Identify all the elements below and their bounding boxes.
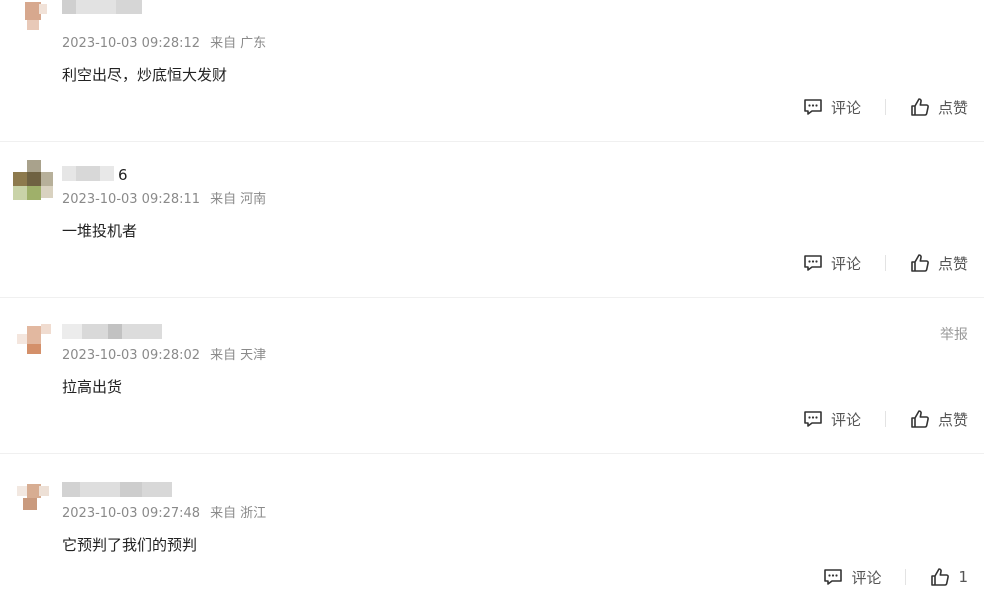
comment-item: 举报 2023-10-03 09:28:02 来自 天津 拉高出货 评论 点赞 [0,298,984,454]
comment-icon [804,99,822,115]
comment-actions: 评论 点赞 [803,252,968,274]
action-divider [884,99,886,115]
comment-icon [804,411,822,427]
action-divider [884,255,886,271]
comment-time: 2023-10-03 09:28:11 [62,192,201,207]
avatar[interactable] [13,0,55,34]
comment-time: 2023-10-03 09:28:02 [62,348,201,363]
comment-item: 2023-10-03 09:27:48 来自 浙江 它预判了我们的预判 评论 1 [0,454,984,593]
like-button[interactable]: 1 [930,567,968,587]
comment-label: 评论 [830,98,861,117]
comment-content: 利空出尽，炒底恒大发财 [62,66,228,84]
comment-location: 浙江 [240,506,267,521]
comment-time: 2023-10-03 09:27:48 [62,506,201,521]
comment-button[interactable]: 评论 [803,253,861,274]
username[interactable] [62,324,162,339]
comment-meta: 2023-10-03 09:28:11 来自 河南 [62,192,266,208]
thumbs-up-icon [911,98,929,116]
comment-icon [804,255,822,271]
like-button[interactable]: 点赞 [910,409,968,430]
username[interactable] [62,0,142,14]
comment-location: 天津 [240,348,267,363]
comment-meta: 2023-10-03 09:27:48 来自 浙江 [62,506,266,522]
comment-label: 评论 [830,410,861,429]
thumbs-up-icon [911,254,929,272]
action-divider [905,569,907,585]
thumbs-up-icon [931,568,950,586]
from-label: 来自 [210,506,237,521]
thumbs-up-icon [911,410,929,428]
comment-list: 2023-10-03 09:28:12 来自 广东 利空出尽，炒底恒大发财 评论 点… [0,0,984,593]
comment-content: 它预判了我们的预判 [62,536,198,554]
comment-time: 2023-10-03 09:28:12 [62,36,201,51]
comment-icon [824,569,843,585]
username[interactable] [62,166,114,181]
comment-actions: 评论 1 [823,566,968,588]
from-label: 来自 [210,36,237,51]
comment-actions: 评论 点赞 [803,408,968,430]
avatar[interactable] [13,320,55,362]
comment-item: 6 2023-10-03 09:28:11 来自 河南 一堆投机者 评论 点赞 [0,142,984,298]
avatar[interactable] [13,476,55,518]
comment-content: 拉高出货 [62,378,123,396]
like-button[interactable]: 点赞 [910,253,968,274]
from-label: 来自 [210,192,237,207]
comment-button[interactable]: 评论 [803,97,861,118]
comment-meta: 2023-10-03 09:28:12 来自 广东 [62,36,266,52]
comment-label: 评论 [851,568,882,587]
comment-actions: 评论 点赞 [803,96,968,118]
comment-button[interactable]: 评论 [803,409,861,430]
comment-button[interactable]: 评论 [823,567,881,588]
like-label: 点赞 [937,410,968,429]
username[interactable] [62,482,172,497]
action-divider [884,411,886,427]
report-button[interactable]: 举报 [940,324,968,344]
like-label: 点赞 [937,98,968,117]
like-count: 1 [958,568,968,586]
comment-item: 2023-10-03 09:28:12 来自 广东 利空出尽，炒底恒大发财 评论 点… [0,0,984,142]
username-suffix: 6 [118,166,128,184]
comment-content: 一堆投机者 [62,222,138,240]
like-button[interactable]: 点赞 [910,97,968,118]
comment-meta: 2023-10-03 09:28:02 来自 天津 [62,348,266,364]
comment-location: 河南 [240,192,267,207]
comment-label: 评论 [830,254,861,273]
from-label: 来自 [210,348,237,363]
avatar[interactable] [13,160,55,202]
like-label: 点赞 [937,254,968,273]
comment-location: 广东 [240,36,267,51]
